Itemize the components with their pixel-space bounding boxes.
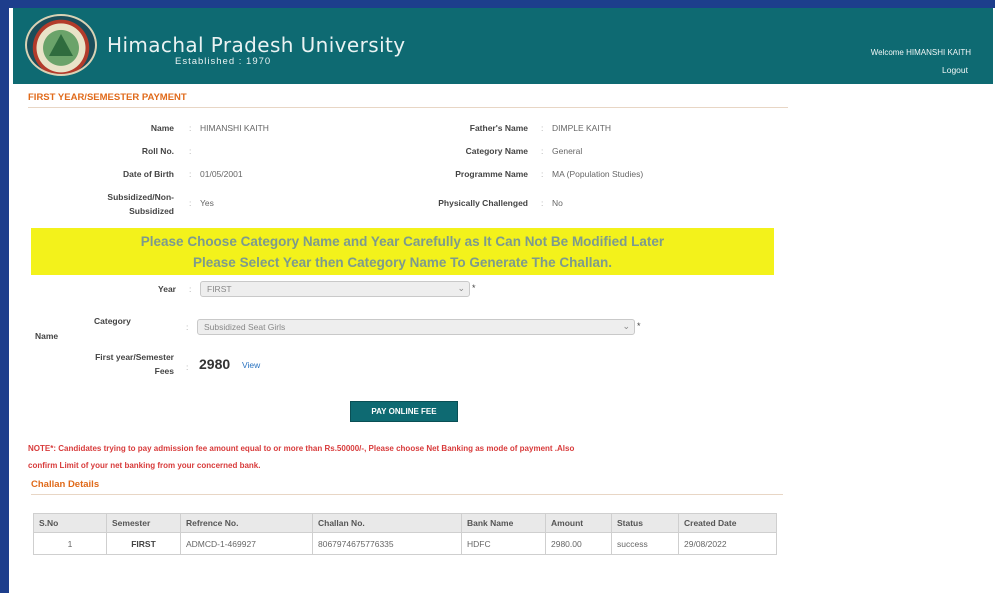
category-label: Category: [94, 316, 131, 326]
dob-label: Date of Birth: [123, 169, 174, 179]
col-bank-name: Bank Name: [461, 513, 546, 533]
chevron-down-icon: ⌄: [622, 321, 630, 331]
name-value: HIMANSHI KAITH: [200, 123, 269, 133]
chevron-down-icon: ⌄: [457, 283, 465, 293]
colon: :: [541, 169, 544, 179]
notice-line-2: Please Select Year then Category Name To…: [193, 255, 612, 270]
pay-online-fee-button[interactable]: PAY ONLINE FEE: [350, 401, 458, 422]
physically-challenged-label: Physically Challenged: [438, 198, 528, 208]
subsidized-value: Yes: [200, 198, 214, 208]
col-amount: Amount: [545, 513, 612, 533]
name-label: Name: [150, 123, 174, 133]
father-name-label: Father's Name: [469, 123, 528, 133]
cell-semester: FIRST: [106, 532, 181, 555]
subsidized-label: Subsidized/Non-Subsidized: [107, 192, 174, 216]
col-challan-no: Challan No.: [312, 513, 462, 533]
welcome-text: Welcome HIMANSHI KAITH: [870, 48, 971, 57]
col-created-date: Created Date: [678, 513, 777, 533]
category-select-value: Subsidized Seat Girls: [204, 322, 286, 332]
colon: :: [189, 123, 192, 133]
year-select[interactable]: FIRST ⌄: [200, 281, 470, 297]
cell-created-date: 29/08/2022: [678, 532, 777, 555]
required-star: *: [472, 283, 476, 293]
category-name-label: Category Name: [465, 146, 528, 156]
programme-name-value: MA (Population Studies): [552, 169, 644, 179]
colon: :: [541, 146, 544, 156]
section-title: FIRST YEAR/SEMESTER PAYMENT: [28, 92, 788, 108]
university-title: Himachal Pradesh University: [107, 33, 406, 57]
colon: :: [186, 362, 189, 372]
challan-details-title: Challan Details: [31, 479, 783, 495]
colon: :: [541, 123, 544, 133]
col-sno: S.No: [33, 513, 107, 533]
notice-line-1: Please Choose Category Name and Year Car…: [140, 234, 665, 249]
established-text: Established : 1970: [175, 56, 272, 67]
year-select-value: FIRST: [207, 284, 232, 294]
table-row: 1 FIRST ADMCD-1-469927 8067974675776335 …: [33, 532, 777, 555]
payment-note: NOTE*: Candidates trying to pay admissio…: [28, 440, 788, 474]
note-line-2: confirm Limit of your net banking from y…: [28, 461, 261, 470]
father-name-value: DIMPLE KAITH: [552, 123, 612, 133]
university-logo-icon: [25, 14, 97, 76]
programme-name-label: Programme Name: [455, 169, 528, 179]
cell-challan-no: 8067974675776335: [312, 532, 462, 555]
category-select[interactable]: Subsidized Seat Girls ⌄: [197, 319, 635, 335]
col-refrence-no: Refrence No.: [180, 513, 313, 533]
col-status: Status: [611, 513, 679, 533]
cell-amount: 2980.00: [545, 532, 612, 555]
category-name-value: General: [552, 146, 583, 156]
category-warning-notice: Please Choose Category Name and Year Car…: [31, 228, 774, 275]
view-fees-link[interactable]: View: [242, 360, 260, 370]
table-header-row: S.No Semester Refrence No. Challan No. B…: [33, 513, 777, 533]
note-line-1: NOTE*: Candidates trying to pay admissio…: [28, 444, 575, 453]
colon: :: [189, 146, 192, 156]
window-frame-left: [0, 0, 9, 593]
colon: :: [189, 169, 192, 179]
fees-label-fees: Fees: [154, 366, 174, 376]
fees-label: First year/Semester: [95, 352, 174, 362]
fees-amount: 2980: [199, 356, 231, 372]
window-frame-top: [0, 0, 995, 8]
challan-table: S.No Semester Refrence No. Challan No. B…: [33, 513, 777, 555]
colon: :: [186, 322, 189, 332]
col-semester: Semester: [106, 513, 181, 533]
cell-bank-name: HDFC: [461, 532, 546, 555]
physically-challenged-value: No: [552, 198, 563, 208]
payment-section: FIRST YEAR/SEMESTER PAYMENT: [28, 92, 788, 108]
logout-link[interactable]: Logout: [942, 65, 968, 75]
roll-no-label: Roll No.: [141, 146, 174, 156]
site-header: Himachal Pradesh University Established …: [13, 8, 993, 84]
year-label: Year: [158, 284, 176, 294]
cell-sno: 1: [33, 532, 107, 555]
colon: :: [541, 198, 544, 208]
dob-value: 01/05/2001: [200, 169, 243, 179]
colon: :: [189, 284, 192, 294]
cell-status: success: [611, 532, 679, 555]
colon: :: [189, 198, 192, 208]
category-label-name: Name: [35, 331, 59, 341]
required-star: *: [637, 321, 641, 331]
cell-refrence-no: ADMCD-1-469927: [180, 532, 313, 555]
